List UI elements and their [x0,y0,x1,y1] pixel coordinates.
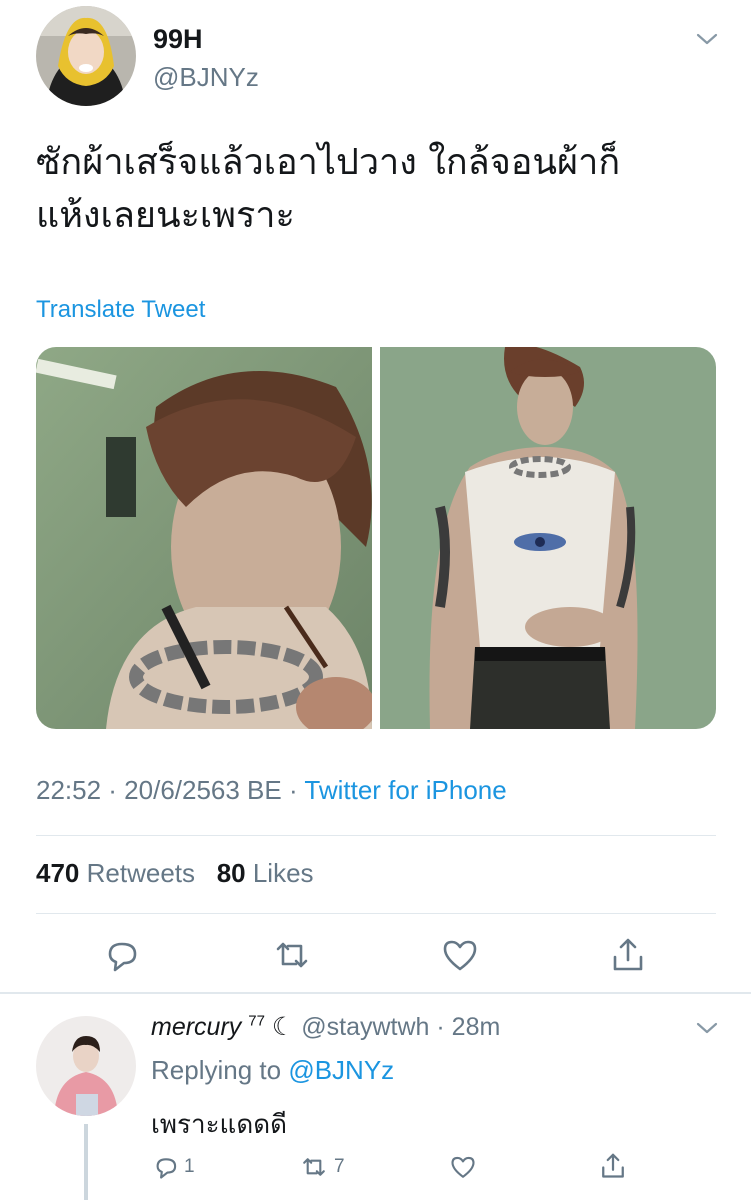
like-button[interactable] [440,935,480,975]
tweet-metadata: 22:52 · 20/6/2563 BE · Twitter for iPhon… [36,775,507,806]
like-icon [443,940,477,971]
reply-text: เพราะแดดดี [151,1110,287,1140]
thread-line [84,1124,88,1200]
reply-display-name[interactable]: mercury 77 ☾ [151,1013,294,1041]
chevron-down-icon[interactable] [694,26,720,52]
reply-button[interactable] [102,935,142,975]
reply-icon [108,942,137,972]
tweet-text-line: แห้งเลยนะเพราะ [36,195,295,236]
reply-author-avatar[interactable] [36,1016,136,1116]
replying-prefix: Replying to [151,1055,289,1085]
share-icon [613,938,643,971]
retweet-button[interactable] [272,935,312,975]
retweet-icon [303,1158,325,1176]
tweet-photo[interactable] [380,347,716,729]
likes-stat[interactable]: 80 Likes [217,858,314,888]
likes-label: Likes [252,858,314,888]
media-grid [36,347,716,729]
retweets-label: Retweets [86,858,196,888]
translate-tweet-link[interactable]: Translate Tweet [36,296,205,324]
replying-to-link[interactable]: @BJNYz [288,1055,394,1085]
reply-name-superscript: 77 [248,1012,265,1030]
reply-handle-time[interactable]: @staywtwh · 28m [301,1013,500,1041]
replying-to: Replying to @BJNYz [151,1055,394,1086]
chevron-down-icon[interactable] [694,1015,720,1041]
reply-count: 1 [184,1156,195,1177]
divider [36,913,716,914]
retweets-count: 470 [36,858,80,888]
likes-count: 80 [216,858,246,888]
moon-icon: ☾ [271,1013,295,1041]
tweet-photo[interactable] [36,347,372,729]
tweet-text: ซักผ้าเสร็จแล้วเอาไปวาง ใกล้จอนผ้าก็ แห้… [36,136,726,242]
tweet-text-line: ซักผ้าเสร็จแล้วเอาไปวาง ใกล้จอนผ้าก็ [36,142,621,183]
reply-reply-button[interactable]: 1 [152,1153,195,1181]
share-button[interactable] [608,935,648,975]
author-avatar[interactable] [36,6,136,106]
retweets-stat[interactable]: 470 Retweets [36,858,195,888]
like-icon [451,1156,475,1178]
share-icon [602,1153,624,1178]
reply-author-line: mercury 77 ☾ @staywtwh · 28m [151,1012,500,1042]
tweet-timestamp: 22:52 · 20/6/2563 BE · [36,775,305,805]
reply-name-text: mercury [151,1013,242,1041]
reply-retweet-count: 7 [334,1156,345,1177]
divider [36,835,716,836]
reply-share-button[interactable] [598,1151,628,1181]
reply-retweet-button[interactable]: 7 [298,1153,345,1181]
author-handle[interactable]: @BJNYz [153,62,259,93]
tweet-source-link[interactable]: Twitter for iPhone [304,775,506,805]
reply-like-button[interactable] [448,1153,478,1181]
reply-icon [156,1158,177,1179]
author-display-name[interactable]: 99H [153,24,203,55]
section-divider [0,992,751,994]
retweet-icon [276,942,308,968]
tweet-stats: 470 Retweets 80 Likes [36,858,314,889]
